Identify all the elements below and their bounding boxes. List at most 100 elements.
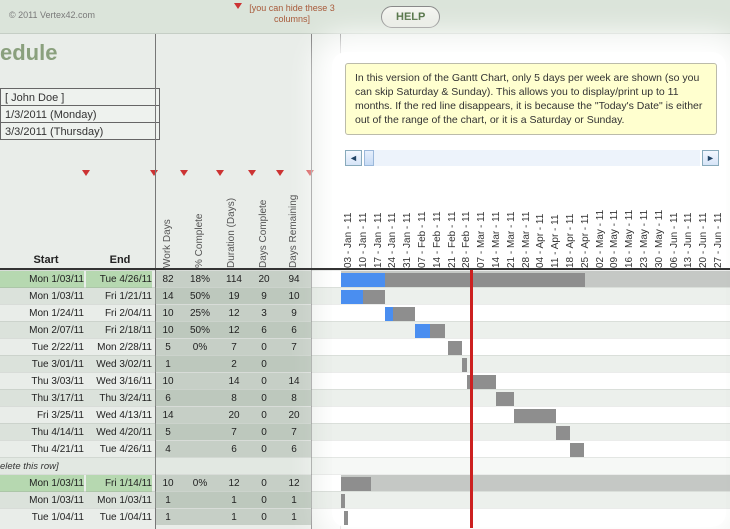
- cell-duration[interactable]: 1: [220, 509, 248, 526]
- cell-days-complete[interactable]: 6: [252, 322, 276, 339]
- cell-start[interactable]: Thu 4/14/11: [0, 424, 84, 441]
- cell-days-remaining[interactable]: 8: [280, 390, 308, 407]
- scroll-right-button[interactable]: ►: [702, 150, 719, 166]
- cell-duration[interactable]: 114: [220, 271, 248, 288]
- cell-days-remaining[interactable]: 20: [280, 407, 308, 424]
- cell-pct-complete[interactable]: 0%: [184, 475, 216, 492]
- cell-days-complete[interactable]: 20: [252, 271, 276, 288]
- cell-end[interactable]: Wed 4/20/11: [86, 424, 152, 441]
- cell-end[interactable]: Fri 2/18/11: [86, 322, 152, 339]
- table-row[interactable]: Mon 1/03/11Tue 4/26/118218%1142094: [0, 270, 730, 287]
- cell-work-days[interactable]: 10: [156, 475, 180, 492]
- cell-end[interactable]: Mon 1/03/11: [86, 492, 152, 509]
- cell-days-complete[interactable]: 0: [252, 509, 276, 526]
- cell-days-remaining[interactable]: 12: [280, 475, 308, 492]
- cell-start[interactable]: Mon 1/03/11: [0, 475, 84, 492]
- cell-end[interactable]: Tue 4/26/11: [86, 441, 152, 458]
- cell-pct-complete[interactable]: 25%: [184, 305, 216, 322]
- cell-end[interactable]: Wed 3/02/11: [86, 356, 152, 373]
- cell-start[interactable]: Tue 2/22/11: [0, 339, 84, 356]
- table-row[interactable]: Fri 3/25/11Wed 4/13/1114 20020: [0, 406, 730, 423]
- cell-duration[interactable]: 1: [220, 492, 248, 509]
- cell-days-complete[interactable]: 0: [252, 373, 276, 390]
- help-button[interactable]: HELP: [381, 6, 440, 28]
- cell-work-days[interactable]: 82: [156, 271, 180, 288]
- cell-duration[interactable]: 8: [220, 390, 248, 407]
- cell-start[interactable]: Thu 3/17/11: [0, 390, 84, 407]
- cell-pct-complete[interactable]: 18%: [184, 271, 216, 288]
- cell-end[interactable]: Fri 1/21/11: [86, 288, 152, 305]
- scroll-track[interactable]: [364, 150, 700, 166]
- cell-days-complete[interactable]: 0: [252, 339, 276, 356]
- table-row[interactable]: Thu 3/03/11Wed 3/16/111014014: [0, 372, 730, 389]
- table-row[interactable]: Tue 1/04/11Tue 1/04/111101: [0, 508, 730, 525]
- cell-end[interactable]: Tue 1/04/11: [86, 509, 152, 526]
- cell-work-days[interactable]: 4: [156, 441, 180, 458]
- scroll-left-button[interactable]: ◄: [345, 150, 362, 166]
- cell-start[interactable]: Mon 1/03/11: [0, 288, 84, 305]
- cell-duration[interactable]: 2: [220, 356, 248, 373]
- cell-days-remaining[interactable]: 10: [280, 288, 308, 305]
- cell-days-complete[interactable]: 0: [252, 492, 276, 509]
- scroll-thumb[interactable]: [364, 150, 374, 166]
- cell-start[interactable]: Mon 1/03/11: [0, 271, 84, 288]
- table-row[interactable]: elete this row]: [0, 457, 730, 474]
- cell-end[interactable]: Fri 1/14/11: [86, 475, 152, 492]
- cell-days-complete[interactable]: 0: [252, 441, 276, 458]
- cell-days-remaining[interactable]: 6: [280, 322, 308, 339]
- project-start-field[interactable]: 1/3/2011 (Monday): [0, 105, 160, 123]
- cell-duration[interactable]: 20: [220, 407, 248, 424]
- table-row[interactable]: Tue 2/22/11Mon 2/28/1150%707: [0, 338, 730, 355]
- cell-end[interactable]: Tue 4/26/11: [86, 271, 152, 288]
- cell-days-complete[interactable]: 0: [252, 407, 276, 424]
- cell-duration[interactable]: 7: [220, 424, 248, 441]
- cell-end[interactable]: Wed 4/13/11: [86, 407, 152, 424]
- cell-days-complete[interactable]: 0: [252, 424, 276, 441]
- table-row[interactable]: Mon 1/03/11Fri 1/21/111450%19910: [0, 287, 730, 304]
- project-end-field[interactable]: 3/3/2011 (Thursday): [0, 122, 160, 140]
- table-row[interactable]: Thu 4/21/11Tue 4/26/114606: [0, 440, 730, 457]
- cell-days-complete[interactable]: 0: [252, 390, 276, 407]
- cell-work-days[interactable]: 10: [156, 322, 180, 339]
- table-row[interactable]: Mon 1/03/11Mon 1/03/111101: [0, 491, 730, 508]
- table-row[interactable]: Tue 3/01/11Wed 3/02/11120: [0, 355, 730, 372]
- project-leader-field[interactable]: [ John Doe ]: [0, 88, 160, 106]
- cell-days-complete[interactable]: 0: [252, 475, 276, 492]
- cell-start[interactable]: Fri 3/25/11: [0, 407, 84, 424]
- cell-end[interactable]: Thu 3/24/11: [86, 390, 152, 407]
- cell-start[interactable]: Mon 2/07/11: [0, 322, 84, 339]
- cell-days-remaining[interactable]: 9: [280, 305, 308, 322]
- cell-work-days[interactable]: 5: [156, 424, 180, 441]
- cell-days-remaining[interactable]: 94: [280, 271, 308, 288]
- cell-days-complete[interactable]: 0: [252, 356, 276, 373]
- cell-duration[interactable]: 12: [220, 305, 248, 322]
- cell-days-remaining[interactable]: 6: [280, 441, 308, 458]
- cell-work-days[interactable]: 10: [156, 373, 180, 390]
- cell-start[interactable]: Thu 4/21/11: [0, 441, 84, 458]
- cell-duration[interactable]: 19: [220, 288, 248, 305]
- table-row[interactable]: Thu 3/17/11Thu 3/24/116 808: [0, 389, 730, 406]
- table-row[interactable]: Mon 1/03/11Fri 1/14/11100%12012: [0, 474, 730, 491]
- cell-pct-complete[interactable]: 50%: [184, 288, 216, 305]
- cell-start[interactable]: Thu 3/03/11: [0, 373, 84, 390]
- cell-days-remaining[interactable]: 1: [280, 509, 308, 526]
- cell-work-days[interactable]: 14: [156, 407, 180, 424]
- cell-duration[interactable]: 7: [220, 339, 248, 356]
- cell-work-days[interactable]: 1: [156, 509, 180, 526]
- cell-work-days[interactable]: 6: [156, 390, 180, 407]
- cell-pct-complete[interactable]: 0%: [184, 339, 216, 356]
- cell-start[interactable]: Mon 1/24/11: [0, 305, 84, 322]
- timeline-scrollbar[interactable]: ◄ ►: [345, 150, 719, 166]
- table-row[interactable]: Mon 1/24/11Fri 2/04/111025%1239: [0, 304, 730, 321]
- cell-days-remaining[interactable]: 7: [280, 424, 308, 441]
- cell-start[interactable]: Tue 1/04/11: [0, 509, 84, 526]
- cell-work-days[interactable]: 1: [156, 356, 180, 373]
- cell-start[interactable]: Mon 1/03/11: [0, 492, 84, 509]
- table-row[interactable]: Mon 2/07/11Fri 2/18/111050%1266: [0, 321, 730, 338]
- cell-work-days[interactable]: 10: [156, 305, 180, 322]
- cell-duration[interactable]: 14: [220, 373, 248, 390]
- cell-duration[interactable]: 12: [220, 322, 248, 339]
- table-row[interactable]: Thu 4/14/11Wed 4/20/115 707: [0, 423, 730, 440]
- cell-pct-complete[interactable]: 50%: [184, 322, 216, 339]
- cell-work-days[interactable]: 1: [156, 492, 180, 509]
